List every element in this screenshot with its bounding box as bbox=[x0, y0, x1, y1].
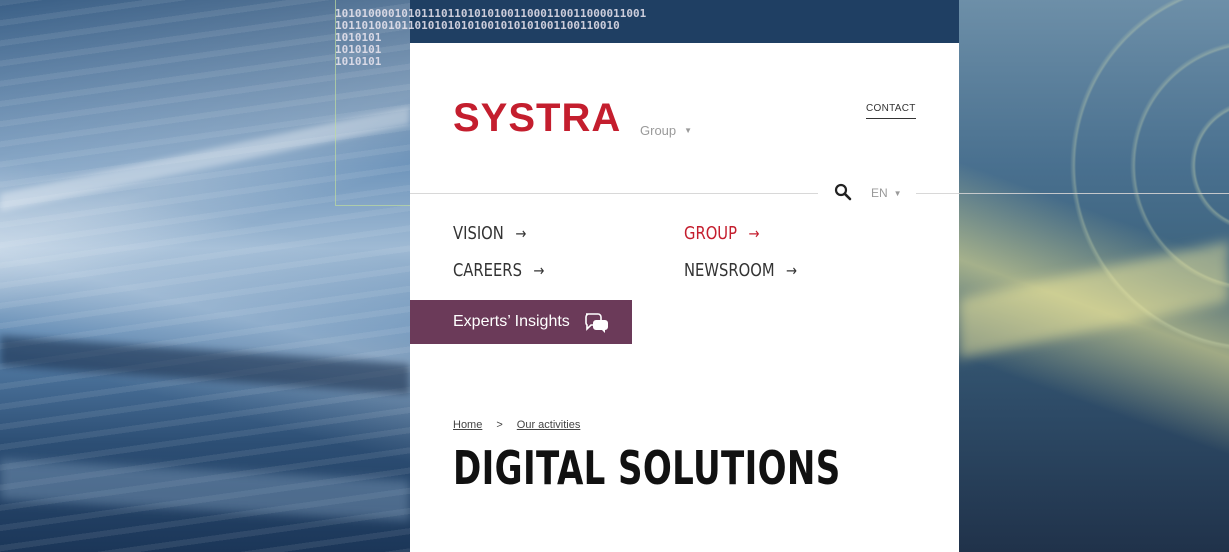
systra-logo[interactable]: SYSTRA bbox=[453, 98, 621, 138]
main-panel: SYSTRA Group ▼ CONTACT EN ▼ VISION → GRO… bbox=[410, 43, 959, 552]
group-dropdown[interactable]: Group ▼ bbox=[640, 123, 692, 138]
binary-line: 1011010010110101010101001010101001100110… bbox=[335, 19, 620, 32]
header-divider bbox=[410, 193, 818, 194]
caret-down-icon: ▼ bbox=[684, 126, 693, 135]
light-glow bbox=[959, 241, 1229, 359]
dark-streak bbox=[0, 335, 410, 395]
light-streak bbox=[0, 459, 410, 521]
breadcrumb-separator: > bbox=[496, 419, 503, 431]
header-divider bbox=[916, 193, 959, 194]
nav-item-careers[interactable]: CAREERS → bbox=[453, 260, 544, 281]
nav-item-label: GROUP bbox=[684, 223, 738, 244]
arrow-right-icon: → bbox=[533, 261, 545, 280]
group-dropdown-label: Group bbox=[640, 123, 677, 138]
breadcrumb-home[interactable]: Home bbox=[453, 419, 482, 431]
experts-insights-button[interactable]: Experts’ Insights bbox=[410, 300, 632, 344]
nav-item-vision[interactable]: VISION → bbox=[453, 223, 526, 244]
breadcrumb: Home > Our activities bbox=[453, 419, 580, 431]
caret-down-icon: ▼ bbox=[893, 188, 902, 198]
language-selector[interactable]: EN ▼ bbox=[871, 186, 902, 200]
nav-item-label: VISION bbox=[453, 223, 504, 244]
search-icon[interactable] bbox=[834, 183, 852, 201]
breadcrumb-our-activities[interactable]: Our activities bbox=[517, 419, 581, 431]
chat-bubbles-icon bbox=[584, 313, 608, 333]
nav-item-group[interactable]: GROUP → bbox=[684, 223, 759, 244]
contact-link[interactable]: CONTACT bbox=[866, 103, 916, 119]
header-divider-extension bbox=[959, 193, 1229, 194]
experts-insights-label: Experts’ Insights bbox=[453, 313, 570, 330]
background-right-image bbox=[959, 0, 1229, 552]
arrow-right-icon: → bbox=[748, 224, 760, 243]
language-label: EN bbox=[871, 186, 888, 200]
page-title: DIGITAL SOLUTIONS bbox=[453, 441, 841, 495]
nav-item-newsroom[interactable]: NEWSROOM → bbox=[684, 260, 797, 281]
nav-item-label: CAREERS bbox=[453, 260, 522, 281]
arrow-right-icon: → bbox=[515, 224, 527, 243]
nav-item-label: NEWSROOM bbox=[684, 260, 775, 281]
arrow-right-icon: → bbox=[786, 261, 798, 280]
